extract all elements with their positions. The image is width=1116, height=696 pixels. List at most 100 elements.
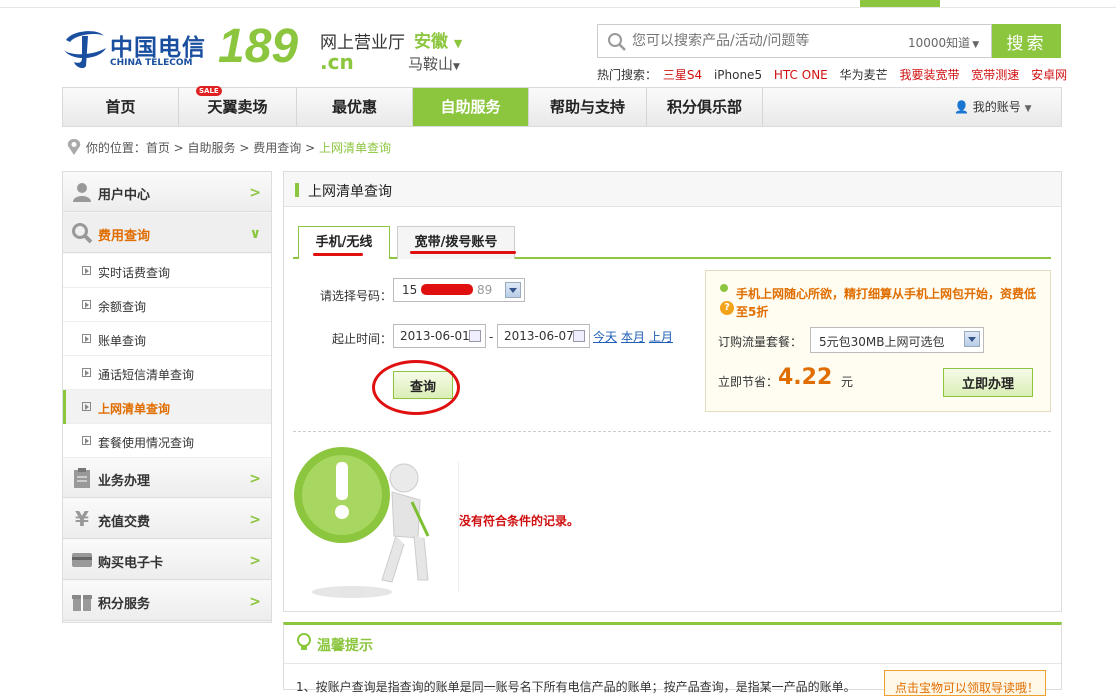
sidebar-sub-realtime-fee[interactable]: 实时话费查询 — [63, 254, 271, 288]
apply-now-button[interactable]: 立即办理 — [943, 368, 1033, 397]
breadcrumb-fee-query[interactable]: 费用查询 — [253, 141, 301, 155]
calendar-icon[interactable] — [573, 330, 585, 342]
sidebar: 用户中心 > 费用查询 ∨ 实时话费查询 余额查询 账单查询 通话短信清单查询 … — [62, 171, 272, 623]
search-box — [597, 24, 897, 58]
hot-search-item[interactable]: 安卓网 — [1031, 68, 1067, 82]
logo-chinese-text: 中国电信 — [110, 35, 206, 61]
date-separator: - — [489, 330, 494, 344]
sidebar-item-label: 用户中心 — [98, 188, 151, 203]
breadcrumb: 你的位置：首页 > 自助服务 > 费用查询 > 上网清单查询 — [66, 138, 391, 156]
lightbulb-icon — [297, 633, 311, 650]
sidebar-sub-label: 上网清单查询 — [98, 402, 171, 416]
hot-search-item[interactable]: iPhone5 — [714, 68, 762, 82]
question-icon[interactable]: ? — [720, 301, 734, 315]
sidebar-sub-label: 实时话费查询 — [98, 266, 171, 280]
search-scope-select[interactable]: 10000知道 ▼ — [896, 24, 992, 58]
nav-self-service[interactable]: 自助服务 — [413, 88, 529, 126]
nav-home[interactable]: 首页 — [63, 88, 179, 126]
sidebar-sub-package-usage[interactable]: 套餐使用情况查询 — [63, 424, 271, 458]
breadcrumb-home[interactable]: 首页 — [146, 141, 170, 155]
calendar-icon[interactable] — [469, 330, 481, 342]
tips-text: 1、按账户查询是指查询的账单是同一账号名下所有电信产品的账单；按产品查询，是指某… — [296, 680, 856, 694]
bullet-icon — [82, 300, 91, 309]
brand-domain: .cn — [320, 50, 354, 74]
user-icon — [73, 183, 91, 202]
sidebar-sub-balance[interactable]: 余额查询 — [63, 288, 271, 322]
sidebar-item-business[interactable]: 业务办理 > — [63, 458, 271, 498]
date-label: 起止时间： — [332, 332, 393, 346]
number-value: 15 — [402, 283, 418, 297]
sidebar-sub-label: 余额查询 — [98, 300, 147, 314]
nav-points-club[interactable]: 积分俱乐部 — [647, 88, 763, 126]
number-select[interactable]: 15 89 — [393, 278, 525, 302]
sidebar-sub-label: 通话短信清单查询 — [98, 368, 195, 382]
tips-title: 温馨提示 — [317, 638, 373, 654]
package-value: 5元包30MB上网可选包 — [819, 335, 945, 349]
card-icon — [72, 553, 92, 567]
search-input[interactable] — [632, 31, 882, 51]
hall-title: 网上营业厅 — [320, 33, 405, 53]
breadcrumb-current: 上网清单查询 — [318, 141, 391, 155]
save-amount: 4.22 — [778, 365, 833, 390]
hot-search-label: 热门搜索： — [597, 68, 658, 82]
redacted-mark — [421, 284, 474, 295]
link-last-month[interactable]: 上月 — [649, 328, 673, 345]
hot-search-item[interactable]: 我要装宽带 — [899, 68, 959, 82]
china-telecom-logo[interactable]: 中国电信 CHINA TELECOM — [62, 24, 212, 72]
divider — [284, 663, 1061, 664]
yen-icon: ¥ — [75, 507, 89, 531]
sidebar-item-label: 充值交费 — [98, 515, 151, 530]
hot-search-item[interactable]: 三星S4 — [663, 68, 702, 82]
user-icon: 👤 — [954, 100, 969, 114]
sidebar-item-label: 业务办理 — [98, 474, 151, 489]
number-tail: 89 — [476, 283, 493, 297]
sidebar-sub-label: 套餐使用情况查询 — [98, 436, 195, 450]
bullet-dot-icon — [720, 284, 728, 292]
province-selector[interactable]: 安徽 ▼ — [414, 27, 462, 52]
city-selector[interactable]: 马鞍山▼ — [408, 53, 460, 74]
sidebar-item-points[interactable]: 积分服务 > — [63, 581, 271, 621]
sidebar-sub-call-sms[interactable]: 通话短信清单查询 — [63, 356, 271, 390]
breadcrumb-self-service[interactable]: 自助服务 — [188, 141, 236, 155]
my-account-menu[interactable]: 👤 我的账号 ▼ — [954, 98, 1032, 115]
bullet-icon — [82, 266, 91, 275]
magnifier-icon — [72, 223, 93, 244]
brand-189[interactable]: 189 — [218, 22, 298, 72]
dropdown-icon — [964, 331, 980, 347]
sidebar-item-user-center[interactable]: 用户中心 > — [63, 172, 271, 212]
tab-broadband[interactable]: 宽带/拨号账号 — [397, 226, 515, 259]
nav-help[interactable]: 帮助与支持 — [529, 88, 647, 126]
hot-search-item[interactable]: HTC ONE — [774, 68, 828, 82]
package-select[interactable]: 5元包30MB上网可选包 — [810, 327, 984, 353]
top-strip — [0, 0, 1116, 8]
page-title: 上网清单查询 — [308, 184, 392, 200]
chevron-down-icon: ▼ — [453, 62, 460, 72]
sidebar-item-buy-card[interactable]: 购买电子卡 > — [63, 540, 271, 580]
dropdown-icon — [505, 282, 521, 298]
chevron-down-icon: ▼ — [972, 40, 980, 50]
annotation-underline — [313, 253, 363, 256]
search-button[interactable]: 搜索 — [992, 24, 1061, 58]
end-date-input[interactable]: 2013-06-07 — [497, 324, 590, 348]
sidebar-item-label: 购买电子卡 — [98, 556, 164, 571]
sidebar-sub-internet-list[interactable]: 上网清单查询 — [63, 390, 271, 424]
tips-panel: 温馨提示 1、按账户查询是指查询的账单是同一账号名下所有电信产品的账单；按产品查… — [283, 622, 1062, 696]
title-accent — [295, 183, 299, 197]
hot-search-item[interactable]: 华为麦芒 — [840, 68, 888, 82]
sidebar-item-fee-query[interactable]: 费用查询 ∨ — [63, 213, 271, 253]
sidebar-item-label: 费用查询 — [98, 229, 151, 244]
treasure-hint-button[interactable]: 点击宝物可以领取导读哦！ — [884, 670, 1046, 696]
sidebar-sub-bill[interactable]: 账单查询 — [63, 322, 271, 356]
chevron-down-icon: ∨ — [249, 226, 261, 242]
hot-search-item[interactable]: 宽带测速 — [971, 68, 1019, 82]
gift-icon — [72, 595, 92, 611]
link-this-month[interactable]: 本月 — [621, 328, 645, 345]
start-date-input[interactable]: 2013-06-01 — [393, 324, 486, 348]
top-accent — [860, 0, 940, 7]
link-today[interactable]: 今天 — [593, 328, 617, 345]
chevron-right-icon: > — [249, 471, 261, 487]
sidebar-item-recharge[interactable]: ¥ 充值交费 > — [63, 499, 271, 539]
panel-header: 上网清单查询 — [284, 172, 1061, 207]
nav-deals[interactable]: 最优惠 — [297, 88, 413, 126]
end-date-value: 2013-06-07 — [504, 329, 574, 343]
